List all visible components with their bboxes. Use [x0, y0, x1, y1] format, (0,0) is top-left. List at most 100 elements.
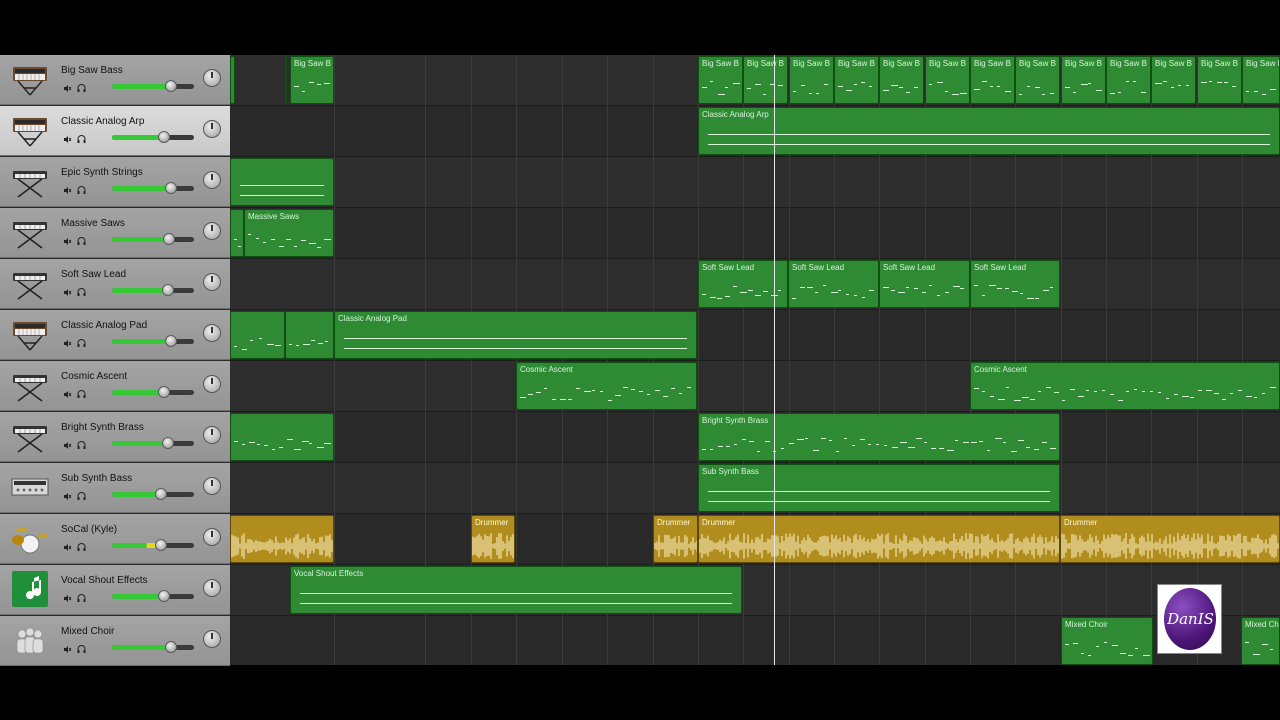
track-header[interactable]: Mixed Choir	[0, 616, 230, 666]
volume-slider-thumb[interactable]	[165, 335, 178, 347]
midi-region[interactable]: Big Saw B	[970, 56, 1015, 104]
headphones-icon[interactable]	[77, 182, 86, 194]
midi-region[interactable]: Cosmic Ascent	[516, 362, 697, 410]
pan-knob[interactable]	[203, 477, 221, 495]
midi-region[interactable]	[230, 158, 334, 206]
volume-slider[interactable]	[112, 288, 194, 293]
midi-region[interactable]: Big Saw B	[789, 56, 834, 104]
volume-slider-thumb[interactable]	[155, 488, 168, 500]
track-lane[interactable]	[230, 157, 1280, 208]
headphones-icon[interactable]	[77, 80, 86, 92]
volume-slider[interactable]	[112, 645, 194, 650]
midi-region[interactable]: Soft Saw Lead	[788, 260, 879, 308]
headphones-icon[interactable]	[77, 131, 86, 143]
track-header[interactable]: Cosmic Ascent	[0, 361, 230, 411]
track-header[interactable]: Bright Synth Brass	[0, 412, 230, 462]
midi-region[interactable]: Big Saw B	[1106, 56, 1151, 104]
headphones-icon[interactable]	[77, 386, 86, 398]
track-lane[interactable]	[230, 208, 1280, 259]
midi-region[interactable]: Sub Synth Bass	[698, 464, 1060, 512]
mute-icon[interactable]	[63, 80, 72, 92]
volume-slider-thumb[interactable]	[165, 182, 178, 194]
midi-region[interactable]: Big Saw B	[290, 56, 334, 104]
volume-slider-thumb[interactable]	[161, 437, 174, 449]
mute-icon[interactable]	[63, 233, 72, 245]
mute-icon[interactable]	[63, 539, 72, 551]
pan-knob[interactable]	[203, 324, 221, 342]
pan-knob[interactable]	[203, 528, 221, 546]
midi-region[interactable]: Vocal Shout Effects	[290, 566, 742, 614]
midi-region[interactable]: Classic Analog Arp	[698, 107, 1280, 155]
headphones-icon[interactable]	[77, 488, 86, 500]
volume-slider-thumb[interactable]	[158, 386, 171, 398]
midi-region[interactable]	[230, 413, 334, 461]
midi-region[interactable]: Mixed Ch	[1241, 617, 1280, 665]
track-header[interactable]: Soft Saw Lead	[0, 259, 230, 309]
mute-icon[interactable]	[63, 590, 72, 602]
midi-region[interactable]: Big Saw B	[834, 56, 879, 104]
midi-region[interactable]: Soft Saw Lead	[970, 260, 1060, 308]
track-header[interactable]: SoCal (Kyle)	[0, 514, 230, 564]
track-header[interactable]: Epic Synth Strings	[0, 157, 230, 207]
midi-region[interactable]	[230, 311, 285, 359]
mute-icon[interactable]	[63, 437, 72, 449]
pan-knob[interactable]	[203, 69, 221, 87]
midi-region[interactable]: B	[230, 56, 235, 104]
pan-knob[interactable]	[203, 273, 221, 291]
midi-region[interactable]: Big Saw B	[1242, 56, 1280, 104]
pan-knob[interactable]	[203, 426, 221, 444]
headphones-icon[interactable]	[77, 590, 86, 602]
volume-slider[interactable]	[112, 594, 194, 599]
midi-region[interactable]: Big Saw B	[285, 56, 287, 104]
pan-knob[interactable]	[203, 579, 221, 597]
track-header[interactable]: Vocal Shout Effects	[0, 565, 230, 615]
volume-slider[interactable]	[112, 186, 194, 191]
pan-knob[interactable]	[203, 120, 221, 138]
volume-slider-thumb[interactable]	[163, 233, 176, 245]
audio-region[interactable]: Drummer	[471, 515, 515, 563]
volume-slider-thumb[interactable]	[158, 131, 171, 143]
midi-region[interactable]: Big Saw B	[1061, 56, 1106, 104]
pan-knob[interactable]	[203, 630, 221, 648]
volume-slider-thumb[interactable]	[155, 539, 168, 551]
midi-region[interactable]: Massive Saws	[244, 209, 334, 257]
midi-region[interactable]: Big Saw B	[743, 56, 788, 104]
headphones-icon[interactable]	[77, 233, 86, 245]
volume-slider-thumb[interactable]	[161, 284, 174, 296]
midi-region[interactable]: Mixed Choir	[1061, 617, 1153, 665]
midi-region[interactable]: Soft Saw Lead	[879, 260, 970, 308]
playhead[interactable]	[774, 55, 775, 665]
mute-icon[interactable]	[63, 284, 72, 296]
audio-region[interactable]	[230, 515, 334, 563]
audio-region[interactable]: Drummer	[1060, 515, 1280, 563]
headphones-icon[interactable]	[77, 437, 86, 449]
midi-region[interactable]: Big Saw B	[698, 56, 743, 104]
midi-region[interactable]: Big Saw B	[925, 56, 970, 104]
midi-region[interactable]: Classic Analog Pad	[334, 311, 697, 359]
midi-region[interactable]	[285, 311, 334, 359]
headphones-icon[interactable]	[77, 539, 86, 551]
audio-region[interactable]: Drummer	[653, 515, 698, 563]
midi-region[interactable]: Big Saw B	[1197, 56, 1242, 104]
midi-region[interactable]	[230, 209, 244, 257]
track-header[interactable]: Massive Saws	[0, 208, 230, 258]
track-header[interactable]: Sub Synth Bass	[0, 463, 230, 513]
track-header[interactable]: Classic Analog Pad	[0, 310, 230, 360]
arrangement-area[interactable]: B Big Saw B Big Saw B Big Saw B Big Saw B Big…	[230, 55, 1280, 665]
volume-slider[interactable]	[112, 390, 194, 395]
volume-slider[interactable]	[112, 543, 194, 548]
mute-icon[interactable]	[63, 641, 72, 653]
volume-slider-thumb[interactable]	[165, 80, 178, 92]
headphones-icon[interactable]	[77, 284, 86, 296]
track-header[interactable]: Classic Analog Arp	[0, 106, 230, 156]
headphones-icon[interactable]	[77, 335, 86, 347]
volume-slider[interactable]	[112, 339, 194, 344]
midi-region[interactable]: Big Saw B	[879, 56, 924, 104]
volume-slider[interactable]	[112, 441, 194, 446]
headphones-icon[interactable]	[77, 641, 86, 653]
volume-slider[interactable]	[112, 84, 194, 89]
volume-slider[interactable]	[112, 492, 194, 497]
mute-icon[interactable]	[63, 488, 72, 500]
volume-slider[interactable]	[112, 135, 194, 140]
track-header[interactable]: Big Saw Bass	[0, 55, 230, 105]
